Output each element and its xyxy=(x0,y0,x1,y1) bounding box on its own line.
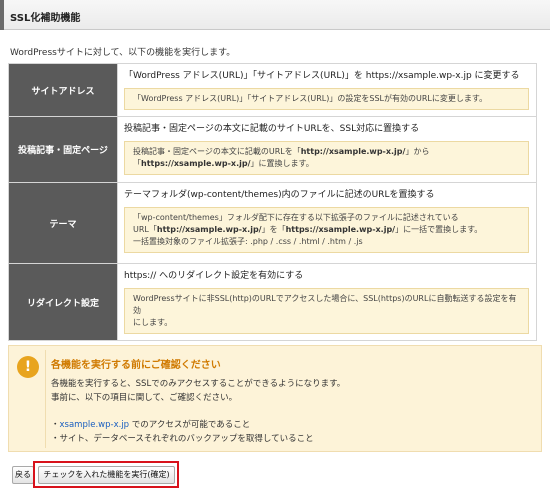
header-accent-bar xyxy=(0,0,4,30)
warning-box: ! 各機能を実行する前にご確認ください 各機能を実行すると、SSLでのみアクセス… xyxy=(8,345,542,452)
warning-bullet: ・サイト、データベースそれぞれのバックアップを取得していること xyxy=(51,434,314,444)
option-label: リダイレクト設定 xyxy=(8,263,118,341)
warning-bullet: ・xsample.wp-x.jp でのアクセスが可能であること xyxy=(51,420,251,430)
warning-icon: ! xyxy=(17,356,39,378)
warning-title: 各機能を実行する前にご確認ください xyxy=(51,360,221,371)
execute-button[interactable]: チェックを入れた機能を実行(確定) xyxy=(38,466,175,484)
back-button[interactable]: 戻る xyxy=(12,466,34,484)
option-description: 「WordPress アドレス(URL)」「サイトアドレス(URL)」を htt… xyxy=(124,71,520,81)
option-row-redirect: リダイレクト設定 https:// へのリダイレクト設定を有効にする WordP… xyxy=(8,263,537,341)
option-label: 投稿記事・固定ページ xyxy=(8,116,118,183)
option-note: 「WordPress アドレス(URL)」「サイトアドレス(URL)」の設定をS… xyxy=(124,88,529,110)
option-description: 投稿記事・固定ページの本文に記載のサイトURLを、SSL対応に置換する xyxy=(124,124,420,134)
section-header: SSL化補助機能 xyxy=(0,0,550,30)
option-label: テーマ xyxy=(8,182,118,264)
warning-text: 各機能を実行すると、SSLでのみアクセスすることができるようになります。 xyxy=(51,379,346,389)
option-description: テーマフォルダ(wp-content/themes)内のファイルに記述のURLを… xyxy=(124,190,435,200)
option-row-posts: 投稿記事・固定ページ 投稿記事・固定ページの本文に記載のサイトURLを、SSL対… xyxy=(8,116,537,183)
option-row-theme: テーマ テーマフォルダ(wp-content/themes)内のファイルに記述の… xyxy=(8,182,537,264)
option-note: 投稿記事・固定ページの本文に記載のURLを「http://xsample.wp-… xyxy=(124,141,529,175)
option-note: WordPressサイトに非SSL(http)のURLでアクセスした場合に、SS… xyxy=(124,288,529,334)
option-row-site-address: サイトアドレス 「WordPress アドレス(URL)」「サイトアドレス(UR… xyxy=(8,63,537,117)
options-table: サイトアドレス 「WordPress アドレス(URL)」「サイトアドレス(UR… xyxy=(8,63,537,341)
option-note: 「wp-content/themes」フォルダ配下に存在する以下拡張子のファイル… xyxy=(124,207,529,253)
domain-link[interactable]: xsample.wp-x.jp xyxy=(60,420,130,430)
intro-text: WordPressサイトに対して、以下の機能を実行します。 xyxy=(10,48,236,58)
option-label: サイトアドレス xyxy=(8,63,118,117)
warning-divider xyxy=(45,350,46,448)
option-description: https:// へのリダイレクト設定を有効にする xyxy=(124,271,304,281)
warning-text: 事前に、以下の項目に関して、ご確認ください。 xyxy=(51,393,238,403)
page-title: SSL化補助機能 xyxy=(10,13,81,24)
